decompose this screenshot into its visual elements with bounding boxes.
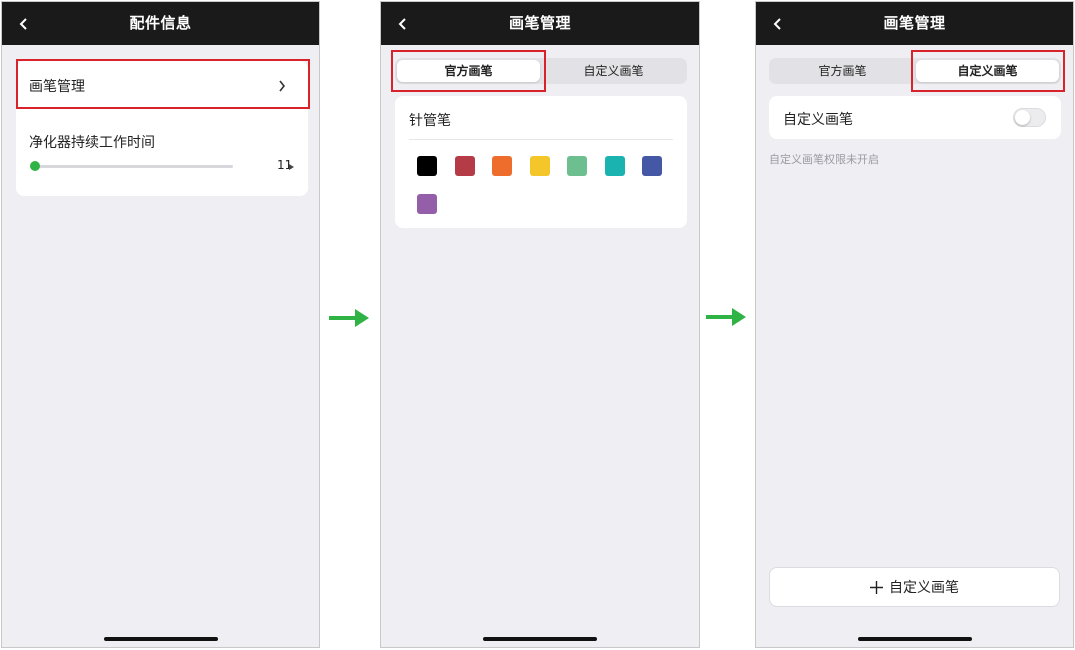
divider (409, 139, 673, 140)
home-indicator (103, 637, 218, 641)
slider-track (30, 165, 233, 168)
tab-custom-pens[interactable]: 自定义画笔 (916, 60, 1059, 82)
add-button-label: 自定义画笔 (889, 580, 959, 596)
home-indicator (857, 637, 972, 641)
pen-color-swatch[interactable] (417, 156, 437, 176)
pen-color-card: 针管笔 (395, 96, 687, 228)
purifier-duration-slider[interactable] (30, 161, 233, 171)
arrow-right-icon (329, 309, 369, 327)
pen-color-swatch[interactable] (642, 156, 662, 176)
page-title: 画笔管理 (883, 14, 946, 32)
caret-right-icon (289, 164, 294, 170)
phone-screen-accessory-info: 配件信息 画笔管理 净化器持续工作时间 11 (1, 1, 320, 648)
custom-pen-toggle[interactable] (1013, 108, 1046, 127)
custom-pen-toggle-card: 自定义画笔 (769, 96, 1061, 139)
pen-color-swatch[interactable] (529, 156, 550, 176)
add-custom-pen-button[interactable]: 自定义画笔 (769, 567, 1060, 607)
slider-knob[interactable] (30, 161, 40, 171)
pen-color-swatch[interactable] (417, 194, 437, 214)
purifier-duration-label: 净化器持续工作时间 (29, 135, 155, 151)
page-title: 配件信息 (129, 14, 192, 32)
plus-icon (870, 580, 883, 594)
section-title: 针管笔 (409, 113, 451, 129)
pen-type-segmented-control: 官方画笔 自定义画笔 (769, 58, 1061, 84)
nav-bar: 画笔管理 (381, 2, 699, 45)
pen-management-row[interactable]: 画笔管理 (16, 61, 308, 108)
nav-bar: 画笔管理 (756, 2, 1073, 45)
pen-color-swatch[interactable] (567, 156, 587, 176)
pen-color-swatch[interactable] (604, 156, 625, 176)
toggle-knob (1015, 110, 1030, 125)
home-indicator (483, 637, 597, 641)
arrow-right-icon (706, 308, 746, 326)
phone-screen-official-pens: 画笔管理 官方画笔 自定义画笔 针管笔 (380, 1, 700, 648)
nav-bar: 配件信息 (2, 2, 319, 45)
color-swatch-grid (417, 156, 677, 218)
phone-screen-custom-pens: 画笔管理 官方画笔 自定义画笔 自定义画笔 自定义画笔权限未开启 自定义画笔 (755, 1, 1074, 648)
permission-hint: 自定义画笔权限未开启 (769, 153, 879, 166)
settings-card: 画笔管理 净化器持续工作时间 11 (16, 61, 308, 196)
chevron-right-icon (279, 80, 286, 92)
tab-custom-pens[interactable]: 自定义画笔 (542, 60, 685, 82)
tab-official-pens[interactable]: 官方画笔 (397, 60, 540, 82)
pen-type-segmented-control: 官方画笔 自定义画笔 (395, 58, 687, 84)
toggle-label: 自定义画笔 (783, 112, 853, 128)
page-title: 画笔管理 (508, 14, 571, 32)
pen-color-swatch[interactable] (454, 156, 475, 176)
pen-management-label: 画笔管理 (29, 79, 85, 95)
tab-official-pens[interactable]: 官方画笔 (771, 60, 914, 82)
pen-color-swatch[interactable] (492, 156, 512, 176)
